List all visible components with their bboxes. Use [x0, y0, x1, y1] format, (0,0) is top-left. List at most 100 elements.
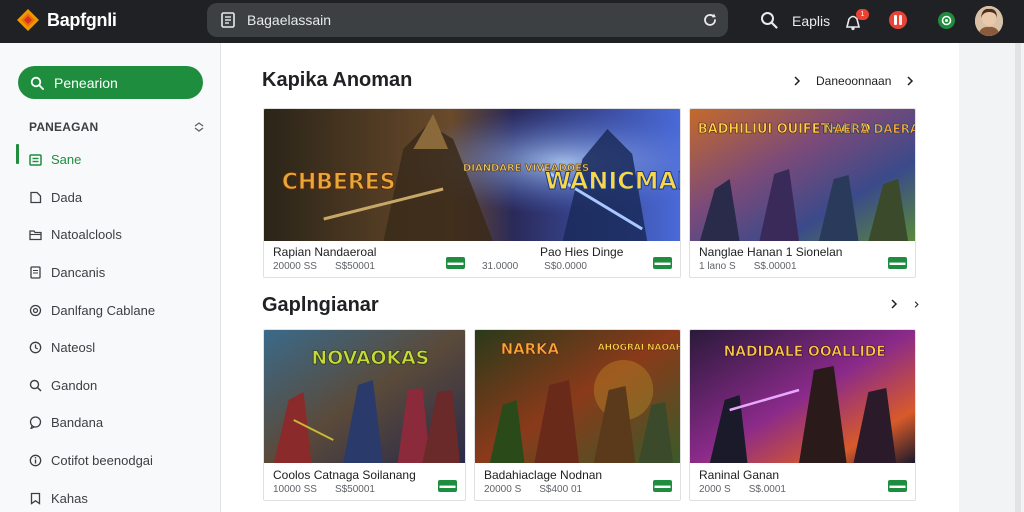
game-card[interactable]: BADHILIUI OUIFETHARD NAERA DAERAS Nangla…	[689, 108, 916, 278]
cover-title-text: NARKA	[501, 340, 560, 358]
sidebar: Penearion PANEAGAN Sane Dada Natoalclool	[0, 43, 221, 512]
sidebar-item-dancanis[interactable]: Dancanis	[0, 254, 221, 292]
game-cover-image: NOVAOKAS	[264, 330, 465, 463]
sidebar-item-natoalclools[interactable]: Natoalclools	[0, 216, 221, 254]
game-card[interactable]: NARKA AHOGRAI NAOAHOA Badahiaclage Nodna…	[474, 329, 681, 501]
search-icon[interactable]	[760, 11, 778, 29]
sidebar-search-label: Penearion	[54, 74, 118, 91]
sidebar-section-label: PANEAGAN	[29, 120, 99, 134]
game-title: Rapian Nandaeroal	[273, 245, 377, 259]
sidebar-item-label: Nateosl	[51, 340, 96, 356]
downloads-count: 10000 SS	[273, 484, 317, 495]
game-cover-image: CHBERES DIANDARE VIVEADOES WANICMAN	[264, 109, 680, 241]
sidebar-item-label: Danlfang Cablane	[51, 302, 156, 318]
sidebar-item-kahas[interactable]: Kahas	[0, 479, 221, 512]
chevron-right-icon[interactable]	[889, 299, 899, 309]
sidebar-item-dada[interactable]: Dada	[0, 179, 221, 217]
install-badge[interactable]: ▬▬	[446, 257, 465, 269]
folder-icon	[29, 230, 42, 241]
sidebar-item-nateosl[interactable]: Nateosl	[0, 329, 221, 367]
sidebar-item-gandon[interactable]: Gandon	[0, 367, 221, 405]
game-price: S$.00001	[753, 261, 797, 272]
sidebar-item-label: Sane	[51, 152, 82, 168]
game-meta: 1 lano S S$.00001	[699, 261, 797, 272]
sidebar-item-sane[interactable]: Sane	[0, 141, 221, 179]
game-meta: 2000 S S$.0001	[699, 484, 786, 495]
game-title: Pao Hies Dinge	[540, 245, 624, 259]
game-price: S$.0001	[748, 484, 786, 495]
chevron-right-icon[interactable]	[792, 76, 802, 86]
sidebar-item-label: Cotifot beenodgai	[51, 453, 153, 469]
install-badge[interactable]: ▬▬	[888, 257, 907, 269]
cover-title-text: AHOGRAI NAOAHOA	[598, 343, 680, 353]
document-icon	[221, 12, 235, 28]
record-icon[interactable]	[886, 10, 910, 30]
gear-icon	[29, 304, 42, 316]
sidebar-search-button[interactable]: Penearion	[18, 66, 203, 99]
notifications-button[interactable]: 1	[844, 9, 870, 33]
game-meta: 20000 S S$400 01	[484, 484, 582, 495]
cover-title-text: NAERA DAERAS	[824, 122, 915, 136]
search-bar[interactable]: Bagaelassain	[207, 3, 728, 37]
notification-badge: 1	[856, 9, 869, 20]
chevron-right-icon[interactable]	[905, 76, 915, 86]
see-more-link[interactable]: Daneoonnaan	[816, 74, 891, 88]
downloads-count: 1 lano S	[699, 261, 736, 272]
chat-icon	[29, 416, 42, 430]
game-title: Raninal Ganan	[699, 468, 780, 482]
tag-icon	[30, 191, 42, 204]
status-icon[interactable]	[937, 11, 956, 30]
search-icon	[30, 76, 44, 90]
downloads-count: 20000 S	[484, 484, 522, 495]
info-icon	[29, 454, 42, 467]
install-badge[interactable]: ▬▬	[888, 480, 907, 492]
downloads-count: 20000 SS	[273, 261, 317, 272]
logo-icon	[17, 9, 39, 31]
collapse-icon[interactable]	[193, 122, 205, 132]
sidebar-item-label: Kahas	[51, 490, 88, 506]
game-meta: 20000 SS S$50001	[273, 261, 375, 272]
sidebar-item-label: Natoalclools	[51, 227, 122, 243]
game-price: S$50001	[334, 261, 375, 272]
cover-title-text: NOVAOKAS	[312, 347, 430, 369]
section-nav[interactable]	[889, 299, 920, 309]
game-price: S$400 01	[539, 484, 583, 495]
install-badge[interactable]: ▬▬	[653, 480, 672, 492]
avatar[interactable]	[975, 6, 1003, 36]
app-logo[interactable]: Bapfgnli	[16, 8, 117, 32]
sidebar-item-cotifot-beenodgai[interactable]: Cotifot beenodgai	[0, 442, 221, 480]
scrollbar[interactable]	[1015, 43, 1021, 512]
chevron-right-icon[interactable]	[913, 300, 920, 308]
clock-icon	[29, 341, 42, 354]
search-input[interactable]: Bagaelassain	[247, 12, 331, 28]
sidebar-item-label: Gandon	[51, 377, 98, 393]
cover-title-text: WANICMAN	[545, 167, 680, 195]
install-badge[interactable]: ▬▬	[653, 257, 672, 269]
top-app-bar: Bapfgnli Bagaelassain Eaplis 1	[0, 0, 1024, 43]
store-icon	[29, 154, 42, 167]
downloads-count: 2000 S	[699, 484, 731, 495]
game-cover-image: NARKA AHOGRAI NAOAHOA	[475, 330, 680, 463]
section-title: Kapika Anoman	[262, 69, 413, 91]
game-cover-image: BADHILIUI OUIFETHARD NAERA DAERAS	[690, 109, 915, 241]
install-badge[interactable]: ▬▬	[438, 480, 457, 492]
search-label[interactable]: Eaplis	[792, 13, 830, 29]
game-card[interactable]: CHBERES DIANDARE VIVEADOES WANICMAN Rapi…	[263, 108, 681, 278]
downloads-count: 31.0000	[482, 261, 519, 272]
bookmark-icon	[30, 492, 41, 505]
user-avatar-icon	[975, 6, 1003, 36]
game-title: Badahiaclage Nodnan	[484, 468, 603, 482]
refresh-icon[interactable]	[702, 12, 718, 28]
game-price: S$0.0000	[544, 261, 587, 272]
section-nav[interactable]: Daneoonnaan	[792, 74, 915, 88]
game-card[interactable]: NOVAOKAS Coolos Catnaga Soilanang 10000 …	[263, 329, 466, 501]
cover-title-text: NADIDALE OOALLIDE	[724, 344, 886, 360]
sidebar-item-bandana[interactable]: Bandana	[0, 404, 221, 442]
game-title: Nanglae Hanan 1 Sionelan	[699, 245, 843, 259]
cover-title-text: CHBERES	[282, 170, 396, 195]
sidebar-item-danlfang-cablane[interactable]: Danlfang Cablane	[0, 291, 221, 329]
game-card[interactable]: NADIDALE OOALLIDE Raninal Ganan 2000 S S$…	[689, 329, 916, 501]
game-price: S$50001	[334, 484, 375, 495]
sidebar-nav: Sane Dada Natoalclools Dancanis Danlfang…	[0, 141, 221, 512]
sidebar-item-label: Bandana	[51, 415, 104, 431]
